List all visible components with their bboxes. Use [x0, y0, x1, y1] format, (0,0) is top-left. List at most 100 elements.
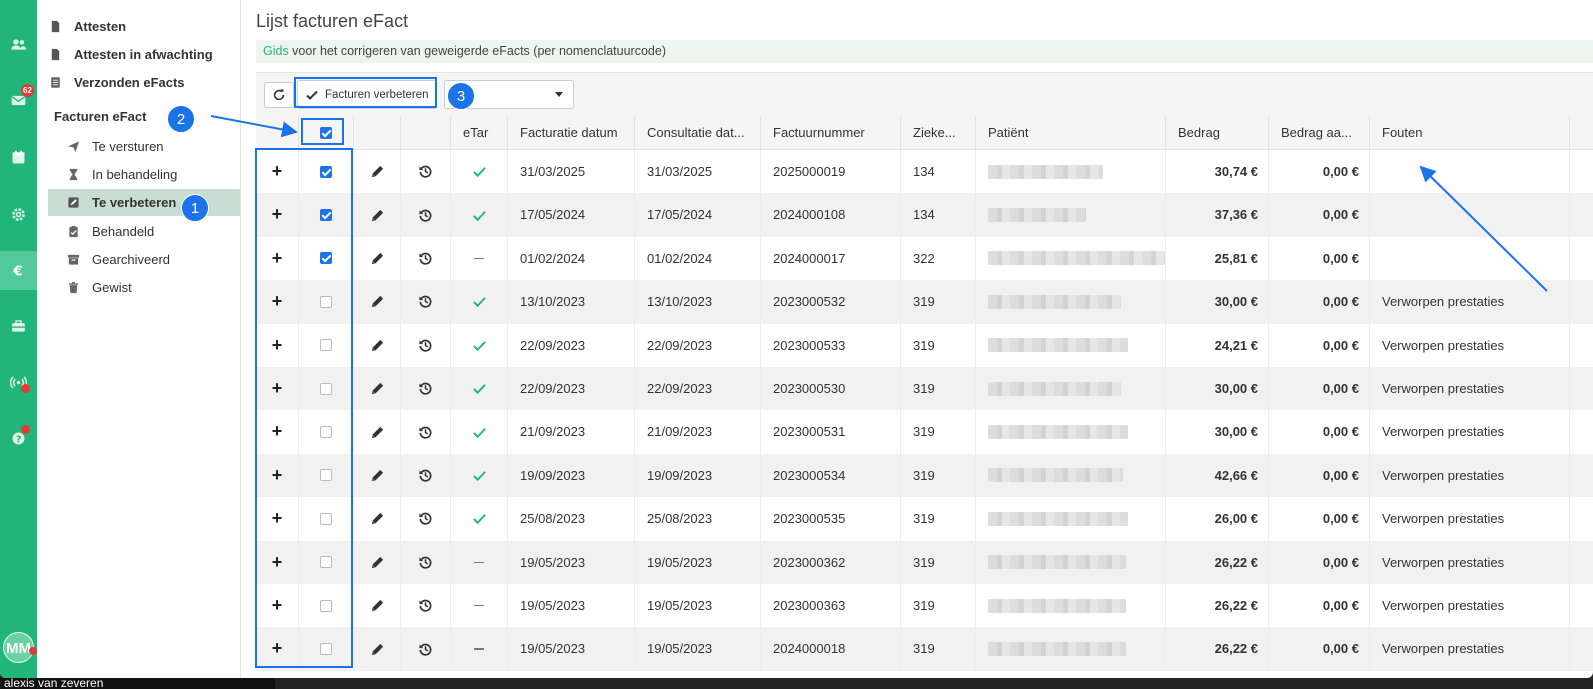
nav-item-verzonden-efacts[interactable]: Verzonden eFacts [48, 69, 240, 95]
history-row-button[interactable] [400, 367, 450, 411]
header-patient[interactable]: Patiënt [975, 116, 1165, 150]
expand-row-button[interactable]: + [256, 193, 298, 236]
history-row-button[interactable] [400, 150, 450, 194]
row-checkbox[interactable] [320, 339, 332, 352]
row-checkbox[interactable] [320, 382, 332, 395]
edit-row-button[interactable] [353, 323, 400, 367]
calendar-icon[interactable] [0, 139, 37, 175]
nav-item-gewist[interactable]: Gewist [48, 274, 240, 300]
table-row[interactable]: +19/09/2023 19/09/2023 2023000534 319 42,66 … [256, 453, 1593, 498]
expand-row-button[interactable]: + [256, 367, 298, 410]
select-all-checkbox[interactable] [320, 127, 332, 139]
history-row-button[interactable] [400, 410, 450, 454]
edit-row-button[interactable] [353, 453, 400, 498]
nav-item-attesten[interactable]: Attesten [48, 13, 240, 39]
expand-row-button[interactable]: + [256, 237, 298, 280]
history-row-button[interactable] [400, 193, 450, 237]
fact-date-cell: 25/08/2023 [507, 497, 634, 541]
row-checkbox[interactable] [320, 295, 332, 308]
edit-row-button[interactable] [353, 236, 400, 281]
table-row[interactable]: +21/09/2023 21/09/2023 2023000531 319 30,00 … [256, 410, 1593, 454]
expand-row-button[interactable]: + [256, 497, 298, 540]
history-row-button[interactable] [400, 323, 450, 367]
table-row[interactable]: +22/09/2023 22/09/2023 2023000530 319 30,00 … [256, 367, 1593, 411]
edit-row-button[interactable] [353, 280, 400, 324]
table-row[interactable]: +17/05/2024 17/05/2024 2024000108 134 37,36 … [256, 193, 1593, 237]
table-row[interactable]: +13/10/2023 13/10/2023 2023000532 319 30,00 … [256, 280, 1593, 324]
briefcase-icon[interactable] [0, 308, 37, 344]
history-row-button[interactable] [400, 540, 450, 584]
edit-row-button[interactable] [353, 627, 400, 671]
header-select-all[interactable] [298, 116, 353, 150]
users-icon[interactable] [0, 26, 37, 62]
header-bedrag-aanvaard[interactable]: Bedrag aa... [1268, 116, 1369, 150]
table-row[interactable]: +19/05/2023 19/05/2023 2024000018 319 26,22 … [256, 627, 1593, 671]
patient-name-redacted [975, 627, 1165, 671]
pencil-icon [371, 469, 383, 482]
row-checkbox[interactable] [320, 469, 332, 482]
header-etar[interactable]: eTar [450, 116, 507, 150]
header-bedrag[interactable]: Bedrag [1165, 116, 1268, 150]
blurred-patient [988, 381, 1121, 396]
table-row[interactable]: +22/09/2023 22/09/2023 2023000533 319 24,21 … [256, 323, 1593, 367]
header-facturatie-datum[interactable]: Facturatie datum [507, 116, 634, 150]
settings-icon[interactable] [0, 196, 37, 232]
nav-item-in-behandeling[interactable]: In behandeling [48, 161, 240, 187]
nav-item-behandeld[interactable]: Behandeld [48, 218, 240, 244]
guide-link[interactable]: Gids [263, 44, 289, 58]
edit-row-button[interactable] [353, 193, 400, 237]
row-checkbox[interactable] [320, 209, 332, 222]
history-row-button[interactable] [400, 236, 450, 281]
improve-invoices-button[interactable]: Facturen verbeteren [297, 80, 437, 109]
row-checkbox[interactable] [320, 599, 332, 612]
history-row-button[interactable] [400, 453, 450, 498]
euro-icon[interactable]: € [0, 251, 37, 290]
nav-item-label: Attesten in afwachting [74, 46, 213, 62]
zieke-cell: 319 [900, 410, 975, 454]
nav-item-te-verbeteren[interactable]: Te verbeteren [48, 189, 240, 216]
row-checkbox[interactable] [320, 643, 332, 656]
expand-row-button[interactable]: + [256, 541, 298, 584]
row-checkbox[interactable] [320, 252, 332, 265]
edit-row-button[interactable] [353, 497, 400, 541]
expand-row-button[interactable]: + [256, 627, 298, 670]
edit-row-button[interactable] [353, 150, 400, 194]
history-row-button[interactable] [400, 627, 450, 671]
table-row[interactable]: +31/03/2025 31/03/2025 2025000019 134 30,74 … [256, 150, 1593, 194]
edit-row-button[interactable] [353, 540, 400, 584]
row-checkbox[interactable] [320, 556, 332, 569]
header-fouten[interactable]: Fouten [1369, 116, 1569, 150]
edit-row-button[interactable] [353, 410, 400, 454]
row-select-cell [298, 150, 353, 194]
nav-item-te-versturen[interactable]: Te versturen [48, 133, 240, 159]
nav-item-gearchiveerd[interactable]: Gearchiveerd [48, 246, 240, 272]
expand-row-button[interactable]: + [256, 410, 298, 453]
header-ziekenfonds[interactable]: Zieke... [900, 116, 975, 150]
expand-row-button[interactable]: + [256, 584, 298, 627]
expand-row-button[interactable]: + [256, 324, 298, 367]
expand-row-button[interactable]: + [256, 150, 298, 193]
edit-row-button[interactable] [353, 584, 400, 628]
row-checkbox[interactable] [320, 426, 332, 439]
broadcast-icon[interactable] [0, 364, 37, 400]
refresh-button[interactable] [264, 82, 294, 108]
history-row-button[interactable] [400, 584, 450, 628]
table-row[interactable]: +25/08/2023 25/08/2023 2023000535 319 26,00 … [256, 497, 1593, 541]
help-icon[interactable]: ? [0, 420, 37, 456]
send-icon [66, 139, 80, 153]
header-consultatie-datum[interactable]: Consultatie dat... [634, 116, 760, 150]
row-checkbox[interactable] [320, 165, 332, 178]
edit-row-button[interactable] [353, 367, 400, 411]
nav-item-attesten-in-afwachting[interactable]: Attesten in afwachting [48, 41, 240, 67]
history-row-button[interactable] [400, 497, 450, 541]
table-row[interactable]: +01/02/2024 01/02/2024 2024000017 322 25,81 … [256, 236, 1593, 281]
history-row-button[interactable] [400, 280, 450, 324]
table-row[interactable]: +19/05/2023 19/05/2023 2023000363 319 26,22 … [256, 584, 1593, 628]
cons-date-cell: 19/05/2023 [634, 584, 760, 628]
table-row[interactable]: +19/05/2023 19/05/2023 2023000362 319 26,22 … [256, 540, 1593, 584]
header-factuurnummer[interactable]: Factuurnummer [760, 116, 900, 150]
expand-row-button[interactable]: + [256, 454, 298, 497]
row-checkbox[interactable] [320, 512, 332, 525]
header-extra [1569, 116, 1593, 150]
expand-row-button[interactable]: + [256, 280, 298, 323]
